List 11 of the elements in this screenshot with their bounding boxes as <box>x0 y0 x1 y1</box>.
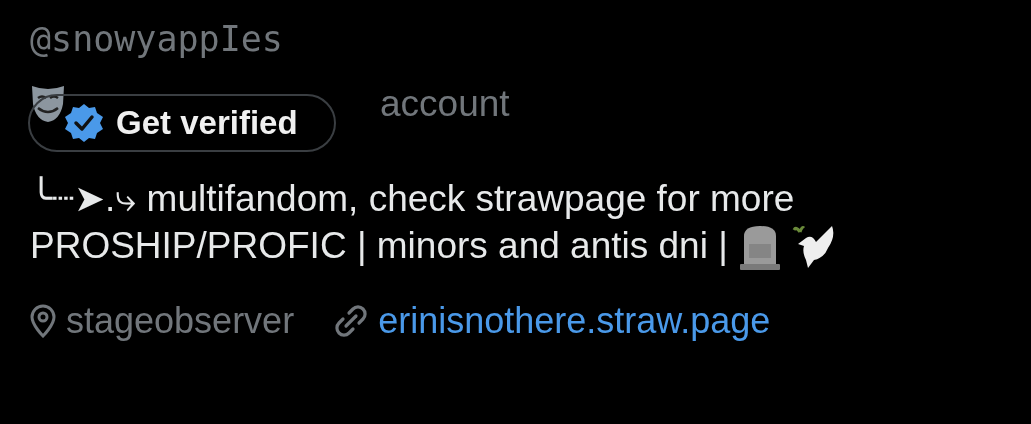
location-text: stageobserver <box>66 300 295 342</box>
bio-text: ╰┈➤.⤷ multifandom, check strawpage for more <box>30 176 795 221</box>
link-icon <box>334 304 369 338</box>
location-pin-icon <box>30 304 56 338</box>
theater-mask-icon <box>30 84 66 124</box>
bio-text: PROSHIP/PROFIC | minors and antis dni | <box>30 224 728 268</box>
profile-handle: @snowyappIes <box>30 18 284 61</box>
category-label: account <box>380 83 510 125</box>
verified-badge-icon <box>64 103 104 143</box>
get-verified-button[interactable]: Get verified <box>28 94 336 152</box>
website-link[interactable]: erinisnothere.straw.page <box>378 300 771 342</box>
